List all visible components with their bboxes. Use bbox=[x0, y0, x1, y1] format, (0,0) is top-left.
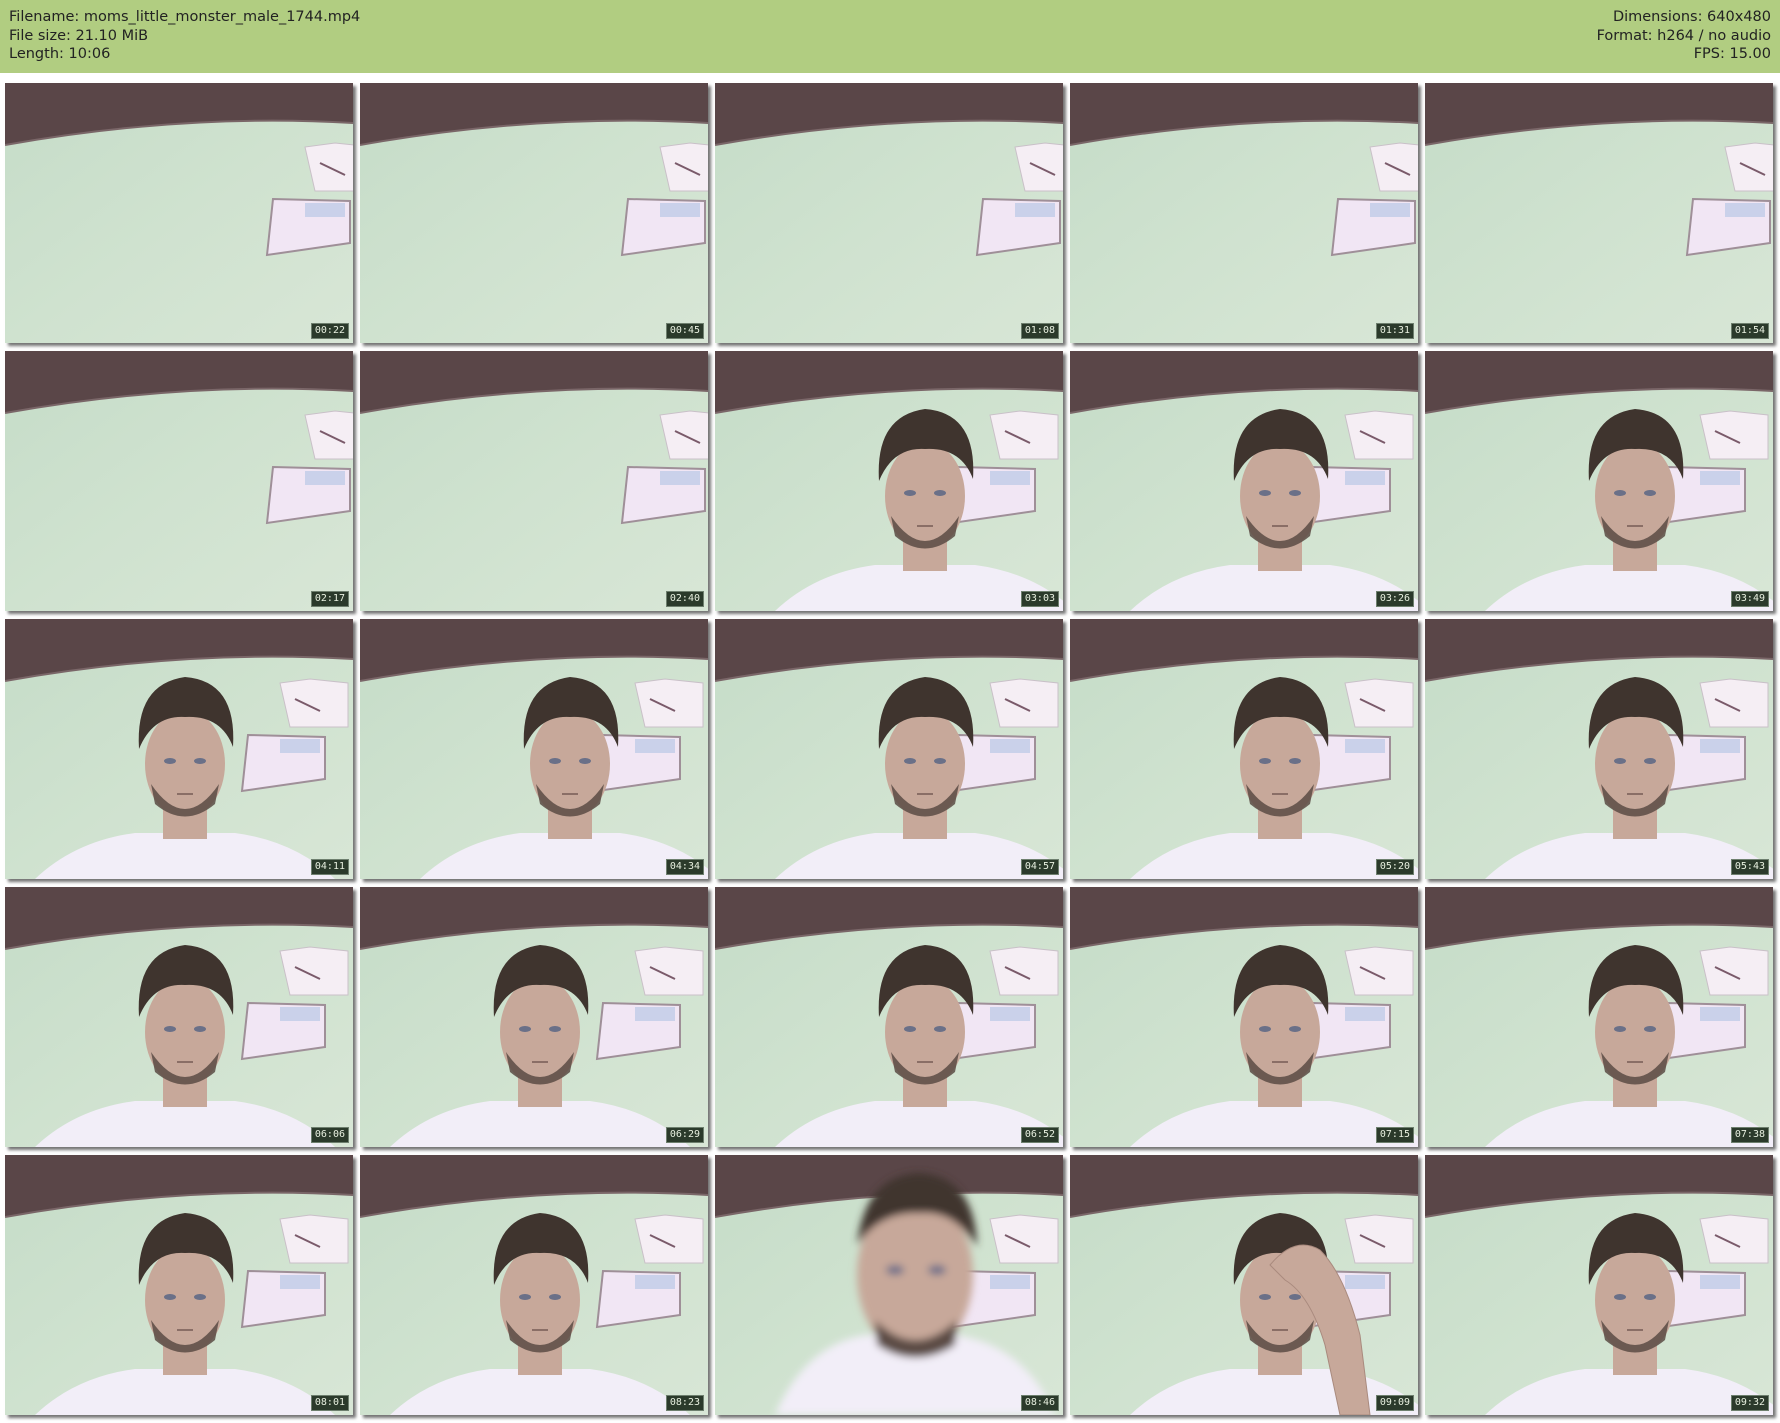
video-frame-thumbnail: 03:26 bbox=[1070, 351, 1418, 611]
frame-timestamp: 03:26 bbox=[1375, 591, 1414, 607]
wall-picture-top bbox=[634, 678, 704, 728]
video-frame-thumbnail: 00:45 bbox=[360, 83, 708, 343]
wall-picture-top bbox=[279, 946, 349, 996]
video-frame-thumbnail: 09:09 bbox=[1070, 1155, 1418, 1415]
frame-timestamp: 04:57 bbox=[1020, 859, 1059, 875]
video-frame-thumbnail: 06:29 bbox=[360, 887, 708, 1147]
frame-timestamp: 01:54 bbox=[1730, 323, 1769, 339]
frame-timestamp: 07:15 bbox=[1375, 1127, 1414, 1143]
wall-picture-top bbox=[1699, 1214, 1769, 1264]
video-frame-thumbnail: 05:43 bbox=[1425, 619, 1773, 879]
video-frame-thumbnail: 03:03 bbox=[715, 351, 1063, 611]
wall-picture-top bbox=[279, 678, 349, 728]
video-frame-thumbnail: 04:57 bbox=[715, 619, 1063, 879]
frame-timestamp: 06:06 bbox=[310, 1127, 349, 1143]
wall-picture-top bbox=[989, 1214, 1059, 1264]
video-frame-thumbnail: 04:11 bbox=[5, 619, 353, 879]
frame-timestamp: 02:40 bbox=[665, 591, 704, 607]
video-frame-thumbnail: 03:49 bbox=[1425, 351, 1773, 611]
frame-timestamp: 06:52 bbox=[1020, 1127, 1059, 1143]
video-frame-thumbnail: 07:38 bbox=[1425, 887, 1773, 1147]
video-frame-thumbnail: 02:40 bbox=[360, 351, 708, 611]
frame-timestamp: 04:34 bbox=[665, 859, 704, 875]
wall-picture-top bbox=[1344, 1214, 1414, 1264]
frame-timestamp: 00:45 bbox=[665, 323, 704, 339]
video-frame-thumbnail: 07:15 bbox=[1070, 887, 1418, 1147]
wall-picture-top bbox=[989, 410, 1059, 460]
video-frame-thumbnail: 06:06 bbox=[5, 887, 353, 1147]
wall-picture-top bbox=[989, 946, 1059, 996]
wall-picture-top bbox=[634, 946, 704, 996]
frame-timestamp: 07:38 bbox=[1730, 1127, 1769, 1143]
video-frame-thumbnail: 04:34 bbox=[360, 619, 708, 879]
video-frame-thumbnail: 01:54 bbox=[1425, 83, 1773, 343]
frame-timestamp: 08:46 bbox=[1020, 1395, 1059, 1411]
video-frame-thumbnail: 05:20 bbox=[1070, 619, 1418, 879]
frame-timestamp: 04:11 bbox=[310, 859, 349, 875]
frame-timestamp: 03:49 bbox=[1730, 591, 1769, 607]
video-frame-thumbnail: 02:17 bbox=[5, 351, 353, 611]
frame-timestamp: 05:43 bbox=[1730, 859, 1769, 875]
frame-timestamp: 01:08 bbox=[1020, 323, 1059, 339]
video-frame-thumbnail: 00:22 bbox=[5, 83, 353, 343]
video-frame-thumbnail: 09:32 bbox=[1425, 1155, 1773, 1415]
video-frame-thumbnail: 08:01 bbox=[5, 1155, 353, 1415]
frame-timestamp: 05:20 bbox=[1375, 859, 1414, 875]
frame-timestamp: 02:17 bbox=[310, 591, 349, 607]
wall-picture-top bbox=[989, 678, 1059, 728]
wall-picture-top bbox=[1344, 410, 1414, 460]
video-frame-thumbnail: 08:46 bbox=[715, 1155, 1063, 1415]
video-frame-thumbnail: 08:23 bbox=[360, 1155, 708, 1415]
frame-timestamp: 00:22 bbox=[310, 323, 349, 339]
video-frame-thumbnail: 06:52 bbox=[715, 887, 1063, 1147]
frame-timestamp: 08:01 bbox=[310, 1395, 349, 1411]
wall-picture-top bbox=[1344, 946, 1414, 996]
wall-picture-top bbox=[279, 1214, 349, 1264]
wall-picture-top bbox=[1699, 678, 1769, 728]
wall-picture-top bbox=[1344, 678, 1414, 728]
wall-picture-top bbox=[1699, 410, 1769, 460]
frame-timestamp: 09:09 bbox=[1375, 1395, 1414, 1411]
thumbnail-grid: 00:22 00:45 01:08 01:31 01:54 02:17 02:4… bbox=[0, 0, 1780, 1423]
frame-timestamp: 01:31 bbox=[1375, 323, 1414, 339]
wall-picture-top bbox=[1699, 946, 1769, 996]
video-frame-thumbnail: 01:08 bbox=[715, 83, 1063, 343]
wall-picture-top bbox=[634, 1214, 704, 1264]
video-frame-thumbnail: 01:31 bbox=[1070, 83, 1418, 343]
frame-timestamp: 06:29 bbox=[665, 1127, 704, 1143]
frame-timestamp: 08:23 bbox=[665, 1395, 704, 1411]
frame-timestamp: 03:03 bbox=[1020, 591, 1059, 607]
frame-timestamp: 09:32 bbox=[1730, 1395, 1769, 1411]
